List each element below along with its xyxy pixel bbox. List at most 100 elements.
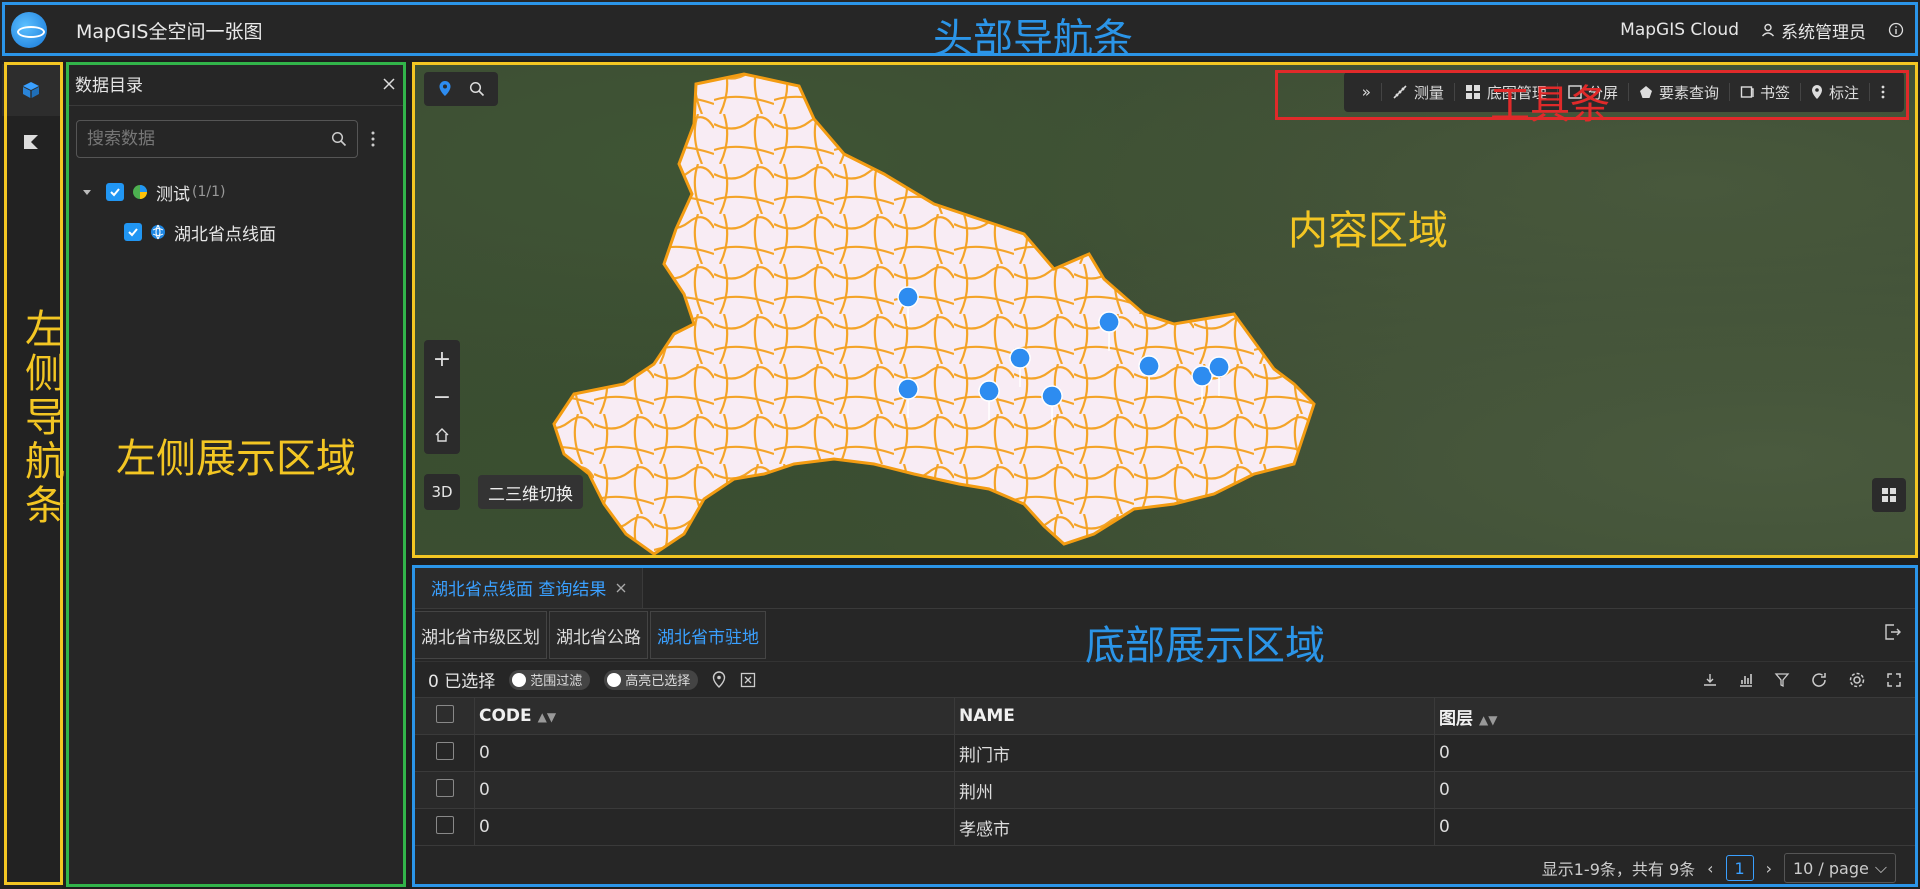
cell-name: 荆门市 <box>954 734 1435 772</box>
toolbar-collapse-button[interactable]: » <box>1352 83 1382 101</box>
bookmark-icon <box>1740 86 1754 98</box>
cell-name: 荆州 <box>954 771 1435 809</box>
settings-gear-icon[interactable] <box>1848 671 1866 689</box>
table-row[interactable]: 0 荆门市 0 <box>414 734 1916 772</box>
map-view[interactable]: + − 3D 二三维切换 » 测量 底图管理 分屏 要素查询 书签 标注 <box>414 64 1916 556</box>
toolbar-label: 测量 <box>1413 83 1444 102</box>
toolbar-annotate[interactable]: 标注 <box>1801 83 1870 102</box>
pagination: 显示1-9条，共有 9条 ‹ 1 › 10 / page ⌵ <box>1542 853 1896 883</box>
left-nav <box>0 60 62 889</box>
row-checkbox[interactable] <box>435 741 454 760</box>
toolbar-more[interactable] <box>1870 83 1896 101</box>
province-roads <box>554 74 1314 554</box>
search-input[interactable] <box>87 129 307 149</box>
tree-child-row[interactable]: 湖北省点线面 <box>82 212 406 252</box>
more-vertical-icon[interactable] <box>370 130 376 148</box>
subtab-highway[interactable]: 湖北省公路 <box>549 611 648 659</box>
switch-3d-tooltip: 二三维切换 <box>478 475 583 509</box>
highlight-toggle[interactable]: 高亮已选择 <box>604 669 699 690</box>
cell-layer: 0 <box>1434 734 1916 772</box>
cloud-link[interactable]: MapGIS Cloud <box>1620 20 1739 40</box>
group-checkbox[interactable] <box>106 183 124 201</box>
column-header-layer[interactable]: 图层 ▲▼ <box>1434 697 1916 735</box>
bar-chart-icon[interactable] <box>1738 672 1754 688</box>
zoom-in-button[interactable]: + <box>424 340 460 378</box>
cell-layer: 0 <box>1434 808 1916 846</box>
row-checkbox[interactable] <box>435 778 454 797</box>
cell-code: 0 <box>474 808 955 846</box>
app-logo-icon[interactable] <box>0 0 58 60</box>
home-button[interactable] <box>424 416 460 454</box>
page-size-select[interactable]: 10 / page ⌵ <box>1783 853 1896 883</box>
map-top-left-tools <box>424 72 498 106</box>
more-vertical-icon <box>1881 85 1885 99</box>
top-header: MapGIS全空间一张图 MapGIS Cloud 系统管理员 <box>0 0 1920 60</box>
map-search-icon[interactable] <box>462 76 492 102</box>
refresh-icon[interactable] <box>1810 671 1828 689</box>
toolbar-feature-query[interactable]: 要素查询 <box>1629 83 1730 102</box>
filter-icon[interactable] <box>1774 672 1790 688</box>
tree-group-row[interactable]: 测试 (1/1) <box>82 172 406 212</box>
zoom-out-button[interactable]: − <box>424 378 460 416</box>
layer-checkbox[interactable] <box>124 223 142 241</box>
grid-icon <box>1465 85 1480 99</box>
pie-chart-icon <box>133 185 147 199</box>
toolbar-label: 标注 <box>1828 83 1859 102</box>
layer-switch-button[interactable] <box>1872 478 1906 512</box>
toolbar-bookmark[interactable]: 书签 <box>1730 83 1801 102</box>
page-number-button[interactable]: 1 <box>1725 855 1754 881</box>
toolbar-split[interactable]: 分屏 <box>1558 83 1629 102</box>
subtab-city-seat[interactable]: 湖北省市驻地 <box>650 611 766 659</box>
layer-tree: 测试 (1/1) 湖北省点线面 <box>66 158 406 252</box>
search-box <box>76 120 358 158</box>
table-row[interactable]: 0 孝感市 0 <box>414 808 1916 846</box>
next-page-icon[interactable]: › <box>1766 859 1772 878</box>
locate-icon[interactable] <box>430 76 460 102</box>
cell-code: 0 <box>474 771 955 809</box>
user-menu[interactable]: 系统管理员 <box>1761 18 1866 43</box>
prev-page-icon[interactable]: ‹ <box>1707 859 1713 878</box>
nav-style-button[interactable] <box>2 116 60 168</box>
user-name: 系统管理员 <box>1781 22 1866 43</box>
paint-icon <box>24 135 38 149</box>
app-title: MapGIS全空间一张图 <box>76 20 263 43</box>
cell-name: 孝感市 <box>954 808 1435 846</box>
table-row[interactable]: 0 荆州 0 <box>414 771 1916 809</box>
toolbar-label: 分屏 <box>1587 83 1618 102</box>
select-all-checkbox[interactable] <box>435 704 454 723</box>
panel-title: 数据目录 <box>75 76 143 96</box>
nav-layers-button[interactable] <box>2 64 60 116</box>
toolbar-measure[interactable]: 测量 <box>1382 83 1455 102</box>
caret-down-icon[interactable] <box>82 187 92 197</box>
grid-list-icon <box>1882 488 1896 502</box>
toolbar-label: 书签 <box>1759 83 1790 102</box>
download-icon[interactable] <box>1702 672 1718 688</box>
fullscreen-icon[interactable] <box>1886 672 1902 688</box>
pager-summary: 显示1-9条，共有 9条 <box>1541 860 1696 879</box>
group-count: (1/1) <box>192 184 226 200</box>
search-icon[interactable] <box>331 131 347 147</box>
clear-selection-icon[interactable] <box>740 672 756 688</box>
range-filter-toggle[interactable]: 范围过滤 <box>509 669 591 690</box>
range-filter-label: 范围过滤 <box>530 674 583 689</box>
exit-icon[interactable] <box>1884 623 1902 641</box>
switch-3d-button[interactable]: 3D <box>424 474 460 510</box>
column-header-code[interactable]: CODE ▲▼ <box>474 697 955 735</box>
split-icon <box>1568 85 1582 99</box>
results-tab[interactable]: 湖北省点线面 查询结果 <box>414 566 644 608</box>
toolbar-basemap[interactable]: 底图管理 <box>1455 83 1558 102</box>
toolbar-label: 要素查询 <box>1658 83 1719 102</box>
column-header-name[interactable]: NAME <box>954 697 1435 735</box>
sort-icon[interactable]: ▲▼ <box>538 710 556 724</box>
cell-layer: 0 <box>1434 771 1916 809</box>
sort-icon[interactable]: ▲▼ <box>1479 713 1497 727</box>
tab-close-icon[interactable] <box>616 583 626 593</box>
toolbar-label: 底图管理 <box>1486 83 1547 102</box>
close-icon[interactable] <box>382 77 396 91</box>
row-checkbox[interactable] <box>435 815 454 834</box>
location-pin-icon[interactable] <box>712 670 726 689</box>
data-catalog-panel: 数据目录 测试 (1/1) 湖北省点线面 <box>66 62 406 887</box>
highlight-label: 高亮已选择 <box>625 674 691 689</box>
info-icon[interactable] <box>1888 22 1904 38</box>
subtab-city-division[interactable]: 湖北省市级区划 <box>414 611 547 659</box>
